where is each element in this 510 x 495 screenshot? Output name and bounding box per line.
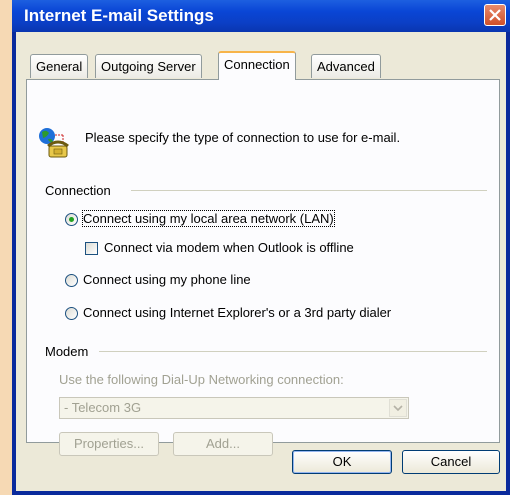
tab-advanced[interactable]: Advanced bbox=[311, 54, 381, 78]
globe-phone-icon bbox=[39, 128, 69, 158]
radio-phone-line[interactable] bbox=[65, 274, 78, 287]
dropdown-button[interactable] bbox=[389, 399, 407, 417]
tab-outgoing-server[interactable]: Outgoing Server bbox=[95, 54, 202, 78]
window-title: Internet E-mail Settings bbox=[24, 6, 214, 25]
intro-text: Please specify the type of connection to… bbox=[85, 130, 401, 145]
modem-group-divider bbox=[99, 351, 487, 352]
radio-third-party-dialer[interactable] bbox=[65, 307, 78, 320]
checkbox-modem-offline-label[interactable]: Connect via modem when Outlook is offlin… bbox=[104, 240, 354, 255]
radio-phone-line-label[interactable]: Connect using my phone line bbox=[83, 272, 251, 287]
checkbox-modem-offline[interactable] bbox=[85, 242, 98, 255]
tab-general-label: General bbox=[36, 59, 83, 74]
tab-general[interactable]: General bbox=[30, 54, 89, 78]
add-button[interactable]: Add... bbox=[173, 432, 273, 456]
tab-connection[interactable]: Connection bbox=[218, 51, 296, 80]
internet-email-settings-dialog: Internet E-mail Settings General Outgoin… bbox=[12, 0, 510, 495]
chevron-down-icon bbox=[393, 405, 403, 412]
modem-group-label: Modem bbox=[45, 344, 89, 359]
tab-advanced-label: Advanced bbox=[317, 59, 375, 74]
dialup-connection-label: Use the following Dial-Up Networking con… bbox=[59, 372, 344, 387]
cancel-button[interactable]: Cancel bbox=[402, 450, 500, 474]
radio-third-party-dialer-label[interactable]: Connect using Internet Explorer's or a 3… bbox=[83, 305, 391, 320]
ok-button[interactable]: OK bbox=[292, 450, 392, 474]
radio-lan-label[interactable]: Connect using my local area network (LAN… bbox=[82, 210, 335, 227]
dialog-client-area: General Outgoing Server Connection Advan… bbox=[16, 32, 506, 491]
tab-outgoing-server-label: Outgoing Server bbox=[101, 59, 196, 74]
tab-connection-label: Connection bbox=[224, 57, 290, 72]
connection-group-label: Connection bbox=[45, 183, 111, 198]
radio-selected-dot bbox=[69, 217, 74, 222]
dialup-connection-select[interactable]: - Telecom 3G bbox=[59, 397, 409, 419]
properties-button[interactable]: Properties... bbox=[59, 432, 159, 456]
connection-group-divider bbox=[131, 190, 487, 191]
close-icon bbox=[489, 9, 501, 21]
connection-tab-panel: Please specify the type of connection to… bbox=[26, 79, 500, 456]
dialup-connection-value: - Telecom 3G bbox=[64, 400, 142, 415]
radio-lan[interactable] bbox=[65, 213, 78, 226]
background-strip bbox=[0, 0, 12, 495]
close-button[interactable] bbox=[484, 4, 506, 26]
title-bar[interactable]: Internet E-mail Settings bbox=[12, 0, 510, 32]
